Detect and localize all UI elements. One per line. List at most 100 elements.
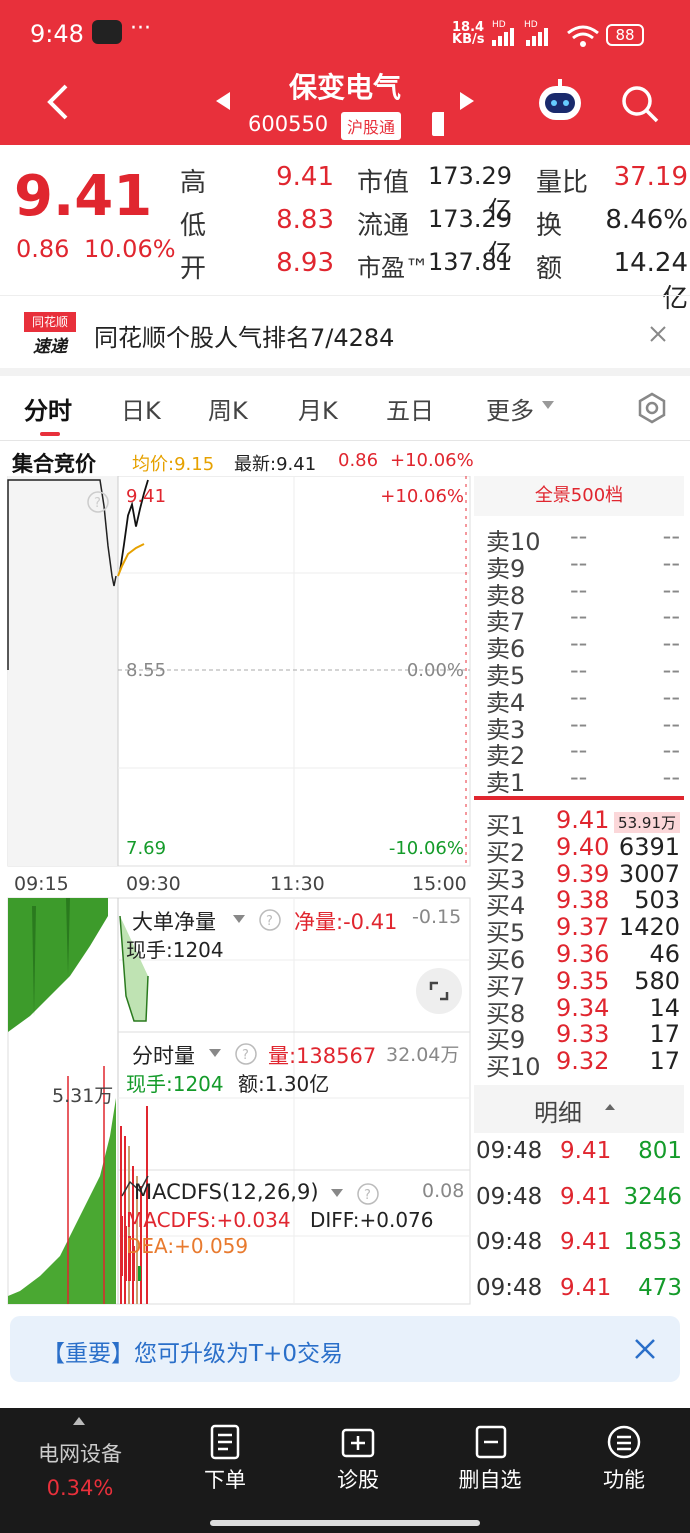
- detail-time: 09:48: [476, 1274, 543, 1301]
- tab-five-day[interactable]: 五日: [386, 391, 434, 426]
- search-icon[interactable]: [620, 84, 660, 124]
- float-label: 流通: [357, 211, 410, 241]
- close-icon[interactable]: [648, 324, 668, 344]
- price-change-pct: 10.06%: [84, 235, 176, 263]
- sell-volume: --: [662, 763, 680, 792]
- buy-row[interactable]: 买3 9.39 3007: [484, 860, 684, 894]
- sell-price: --: [570, 575, 588, 604]
- macd-title[interactable]: MACDFS(12,26,9): [134, 1180, 319, 1204]
- buy-volume: 580: [634, 966, 680, 995]
- detail-volume: 473: [638, 1274, 682, 1301]
- net-volume-value: 净量:-0.41: [294, 910, 398, 934]
- buy-row[interactable]: 买5 9.37 1420: [484, 913, 684, 947]
- tab-daily[interactable]: 日K: [121, 391, 161, 426]
- sell-row[interactable]: 卖1 -- --: [484, 763, 684, 797]
- buy-row[interactable]: 买10 9.32 17: [484, 1047, 684, 1081]
- buy-price: 9.32: [556, 1047, 610, 1076]
- detail-time: 09:48: [476, 1229, 543, 1255]
- sell-row[interactable]: 卖10 -- --: [484, 522, 684, 556]
- divider: [0, 440, 690, 441]
- y-right-bot: -10.06%: [389, 838, 464, 859]
- detail-volume: 1853: [623, 1229, 682, 1255]
- volume-title[interactable]: 分时量: [132, 1040, 195, 1070]
- sell-row[interactable]: 卖5 -- --: [484, 656, 684, 690]
- app-notification-icon: [92, 20, 122, 44]
- full-depth-button[interactable]: 全景500档: [474, 476, 684, 516]
- help-icon[interactable]: ?: [234, 1042, 258, 1066]
- buy-volume: 503: [634, 886, 680, 915]
- detail-header[interactable]: 明细: [474, 1085, 684, 1133]
- buy-row[interactable]: 买7 9.35 580: [484, 966, 684, 1001]
- robot-assistant-icon[interactable]: [536, 78, 584, 124]
- help-icon[interactable]: ?: [258, 908, 282, 932]
- function-button[interactable]: 功能: [574, 1464, 674, 1494]
- net-volume-title[interactable]: 大单净量: [132, 906, 216, 936]
- tab-more[interactable]: 更多: [486, 391, 534, 426]
- expand-button[interactable]: [416, 968, 462, 1014]
- close-icon[interactable]: [634, 1338, 656, 1360]
- buy-row[interactable]: 买9 9.33 17: [484, 1020, 684, 1054]
- buy-row[interactable]: 买2 9.40 6391: [484, 833, 684, 867]
- detail-row: 09:48 9.41 473: [476, 1275, 682, 1305]
- x-tick-1130: 11:30: [270, 873, 325, 895]
- buy-row[interactable]: 买4 9.38 503: [484, 886, 684, 920]
- buy-level-label: 买10: [486, 1053, 541, 1082]
- avg-price: 均价:9.15: [132, 454, 215, 475]
- sell-volume: --: [662, 736, 680, 765]
- volume-amount: 额:1.30亿: [238, 1072, 330, 1096]
- sell-price: --: [570, 629, 588, 658]
- order-button[interactable]: 下单: [175, 1464, 275, 1494]
- news-bar[interactable]: 同花顺 速递 同花顺个股人气排名7/4284: [0, 300, 690, 368]
- sell-row[interactable]: 卖9 -- --: [484, 549, 684, 583]
- orderbook-divider: [474, 796, 684, 800]
- remove-watchlist-icon: [475, 1425, 507, 1459]
- stock-name: 保变电气: [288, 71, 401, 104]
- tab-weekly[interactable]: 周K: [208, 391, 248, 426]
- remove-watchlist-button[interactable]: 删自选: [440, 1464, 540, 1494]
- detail-price: 9.41: [560, 1183, 612, 1210]
- mktcap-label: 市值: [357, 168, 410, 198]
- buy-row[interactable]: 买6 9.36 46: [484, 940, 684, 974]
- order-icon: [210, 1424, 240, 1460]
- low-label: 低: [180, 211, 207, 241]
- detail-price: 9.41: [560, 1138, 612, 1164]
- sector-name[interactable]: 电网设备: [20, 1438, 140, 1468]
- hk-connect-badge[interactable]: 沪股通: [341, 112, 402, 140]
- tab-monthly[interactable]: 月K: [298, 391, 338, 426]
- latest-change: 0.86: [338, 450, 379, 471]
- tab-intraday[interactable]: 分时: [24, 391, 72, 426]
- help-icon-glyph: ?: [94, 496, 101, 511]
- buy-price: 9.38: [556, 886, 610, 915]
- signal-icon-1: [492, 28, 514, 46]
- volume-scale: 32.04万: [386, 1044, 460, 1066]
- sell-row[interactable]: 卖3 -- --: [484, 709, 684, 744]
- next-stock-icon[interactable]: [458, 90, 476, 112]
- sell-row[interactable]: 卖4 -- --: [484, 682, 684, 717]
- sell-volume: --: [662, 709, 680, 738]
- back-arrow-icon[interactable]: [42, 82, 72, 122]
- high-value: 9.41: [276, 162, 334, 192]
- volume-hand: 现手:1204: [126, 1072, 224, 1096]
- sell-price: --: [570, 522, 588, 550]
- detail-row: 09:48 9.41 1853: [476, 1229, 682, 1259]
- stock-code: 600550: [248, 112, 329, 136]
- sell-row[interactable]: 卖2 -- --: [484, 736, 684, 770]
- detail-price: 9.41: [560, 1229, 612, 1255]
- sector-pct: 0.34%: [46, 1476, 114, 1500]
- buy-row[interactable]: 买1 9.41 53.91万: [484, 806, 684, 840]
- macd-value: MACDFS:+0.034: [126, 1208, 291, 1232]
- settings-icon[interactable]: [636, 392, 668, 424]
- sell-row[interactable]: 卖6 -- --: [484, 629, 684, 663]
- vol-ratio-value: 37.19: [613, 162, 688, 192]
- buy-row[interactable]: 买8 9.34 14: [484, 994, 684, 1028]
- sell-price: --: [570, 602, 588, 631]
- help-icon[interactable]: ?: [356, 1182, 380, 1206]
- sell-row[interactable]: 卖8 -- --: [484, 575, 684, 610]
- sell-row[interactable]: 卖7 -- --: [484, 602, 684, 636]
- sell-price: --: [570, 682, 588, 711]
- diagnose-button[interactable]: 诊股: [308, 1464, 408, 1494]
- upgrade-banner[interactable]: 【重要】您可升级为T+0交易: [10, 1316, 680, 1382]
- prev-stock-icon[interactable]: [214, 90, 232, 112]
- turnover-label: 换: [536, 211, 563, 241]
- macd-scale: 0.08: [422, 1180, 465, 1202]
